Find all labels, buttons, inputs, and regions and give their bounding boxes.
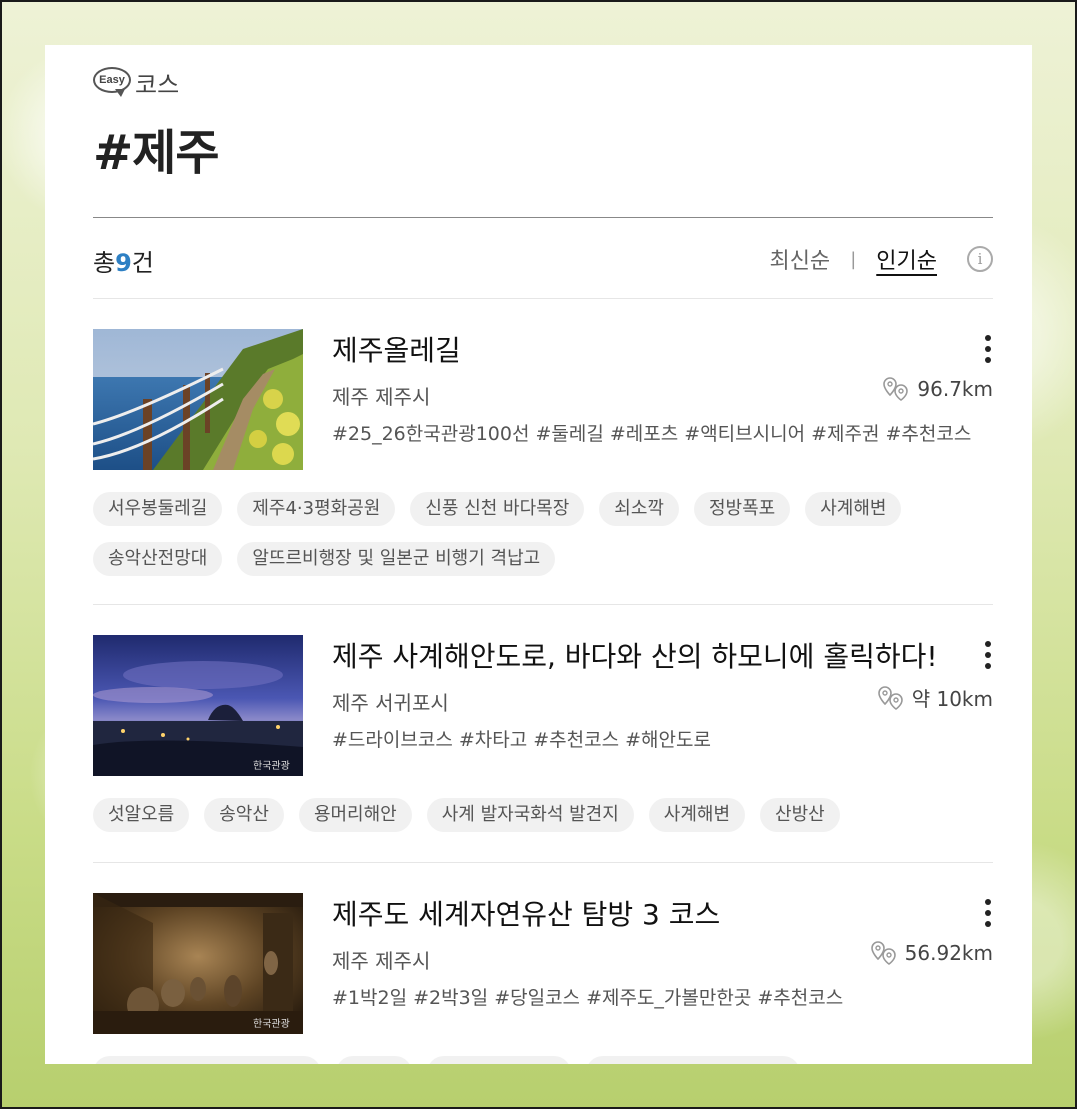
course-title[interactable]: 제주도 세계자연유산 탐방 3 코스	[332, 893, 720, 933]
svg-text:한국관광: 한국관광	[253, 760, 290, 772]
easy-speech-icon[interactable]: Easy	[93, 67, 131, 99]
info-icon[interactable]: i	[967, 246, 993, 272]
course-thumbnail-coastal-trail[interactable]	[93, 329, 303, 470]
course-title[interactable]: 제주 사계해안도로, 바다와 산의 하모니에 홀릭하다!	[332, 635, 938, 675]
spot-chip[interactable]	[336, 1056, 412, 1064]
spot-chip[interactable]: 송악산	[204, 798, 284, 832]
course-title[interactable]: 제주올레길	[332, 329, 461, 369]
course-hashtags: #25_26한국관광100선 #둘레길 #레포츠 #액티브시니어 #제주권 #추…	[332, 423, 972, 445]
sort-popular[interactable]: 인기순	[876, 243, 937, 275]
spot-chip[interactable]: 송악산전망대	[93, 542, 223, 576]
toolbar-divider	[93, 298, 993, 299]
spot-chip[interactable]: 용머리해안	[298, 798, 412, 832]
spot-chip[interactable]	[586, 1056, 800, 1064]
spot-chip[interactable]	[427, 1056, 571, 1064]
course-thumbnail-museum-exhibit[interactable]: 한국관광	[93, 893, 303, 1034]
title-divider	[93, 217, 993, 218]
result-count-number: 9	[115, 249, 132, 277]
svg-text:한국관광: 한국관광	[253, 1018, 290, 1030]
map-pin-icon	[883, 377, 909, 401]
item-divider	[93, 604, 993, 605]
map-pin-icon	[870, 941, 896, 965]
item-divider	[93, 862, 993, 863]
more-options-icon[interactable]	[983, 641, 993, 669]
spot-chip[interactable]: 사계 발자국화석 발견지	[426, 798, 634, 832]
spot-chip[interactable]: 섯알오름	[93, 798, 190, 832]
more-options-icon[interactable]	[983, 899, 993, 927]
course-hashtags: #드라이브코스 #차타고 #추천코스 #해안도로	[332, 729, 711, 751]
course-region: 제주 서귀포시	[332, 691, 449, 715]
page-title: #제주	[93, 125, 220, 181]
spot-chip[interactable]	[93, 1056, 321, 1064]
result-count: 총9건	[93, 249, 154, 277]
spot-chip[interactable]: 사계해변	[648, 798, 746, 832]
list-toolbar: 총9건 최신순 | 인기순 i	[93, 243, 993, 277]
spot-chip[interactable]: 사계해변	[805, 492, 902, 526]
sort-options: 최신순 | 인기순 i	[769, 243, 993, 275]
spot-chip[interactable]: 서우봉둘레길	[93, 492, 223, 526]
more-options-icon[interactable]	[983, 335, 993, 363]
spot-chip[interactable]: 산방산	[760, 798, 840, 832]
spot-chip[interactable]: 알뜨르비행장 및 일본군 비행기 격납고	[237, 542, 556, 576]
spot-chip[interactable]: 신풍 신천 바다목장	[410, 492, 585, 526]
section-label: 코스	[135, 71, 180, 99]
course-region: 제주 제주시	[332, 949, 431, 973]
course-item: 한국관광 제주도 세계자연유산 탐방 3 코스 제주 제주시 56.92km #…	[93, 893, 993, 1064]
content-panel: Easy 코스 #제주 총9건 최신순 | 인기순 i 제주올레길 제주 제주시…	[45, 45, 1032, 1064]
course-spot-chips: 서우봉둘레길 제주4·3평화공원 신풍 신천 바다목장 쇠소깍 정방폭포 사계해…	[93, 492, 993, 576]
spot-chip[interactable]: 쇠소깍	[599, 492, 679, 526]
sort-latest[interactable]: 최신순	[769, 243, 830, 275]
course-thumbnail-dusk-coast[interactable]: 한국관광	[93, 635, 303, 776]
spot-chip[interactable]: 제주4·3평화공원	[237, 492, 396, 526]
sort-separator: |	[850, 248, 857, 270]
course-spot-chips	[93, 1056, 993, 1064]
course-hashtags: #1박2일 #2박3일 #당일코스 #제주도_가볼만한곳 #추천코스	[332, 987, 844, 1009]
map-pin-icon	[877, 685, 903, 710]
course-region: 제주 제주시	[332, 385, 431, 409]
course-distance: 약 10km	[877, 683, 993, 712]
course-item: 한국관광 제주 사계해안도로, 바다와 산의 하모니에 홀릭하다! 제주 서귀포…	[93, 635, 993, 845]
course-distance: 56.92km	[870, 941, 993, 965]
course-item: 제주올레길 제주 제주시 96.7km #25_26한국관광100선 #둘레길 …	[93, 329, 993, 589]
course-distance: 96.7km	[883, 377, 993, 401]
spot-chip[interactable]: 정방폭포	[693, 492, 791, 526]
section-header: Easy 코스	[93, 67, 179, 99]
course-spot-chips: 섯알오름 송악산 용머리해안 사계 발자국화석 발견지 사계해변 산방산	[93, 798, 993, 832]
